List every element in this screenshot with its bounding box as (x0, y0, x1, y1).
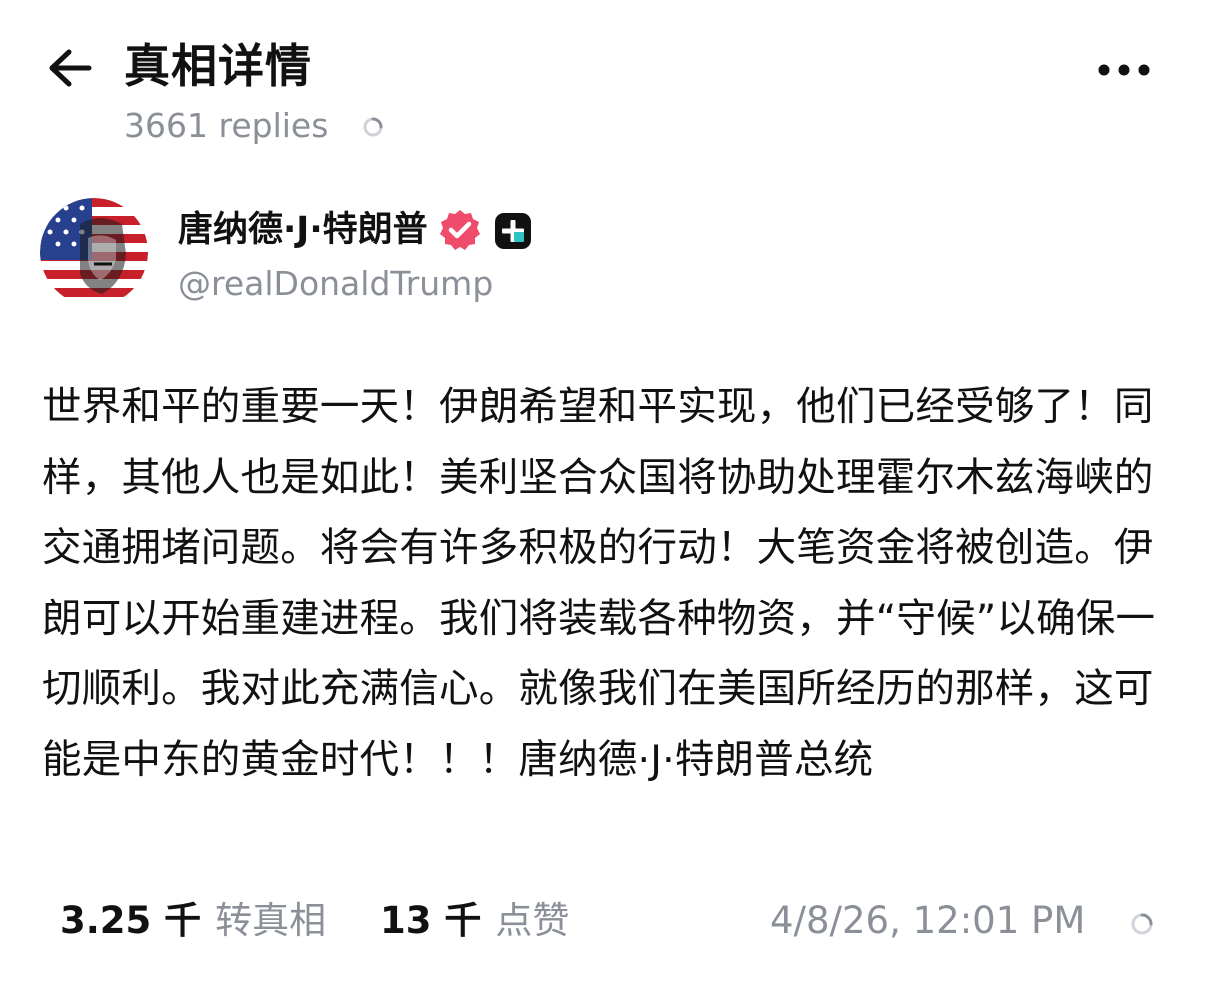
back-button[interactable] (44, 42, 96, 94)
loading-spinner-icon (1131, 913, 1153, 935)
author-handle[interactable]: @realDonaldTrump (178, 262, 493, 306)
plus-badge-icon (495, 213, 531, 249)
avatar[interactable] (40, 198, 148, 306)
more-horizontal-icon (1098, 64, 1150, 76)
loading-spinner-icon (363, 117, 383, 137)
page-title: 真相详情 (124, 39, 312, 93)
avatar-flag-portrait-icon (40, 198, 148, 306)
reply-count: 3661 replies (124, 106, 329, 145)
retruths-label: 转真相 (215, 899, 327, 942)
retruths-stat[interactable]: 3.25 千 转真相 (60, 896, 326, 946)
post-timestamp: 4/8/26, 12:01 PM (770, 899, 1086, 942)
retruths-count: 3.25 千 (60, 899, 202, 942)
likes-label: 点赞 (495, 899, 570, 942)
more-options-button[interactable] (1094, 50, 1154, 90)
likes-count: 13 千 (380, 899, 482, 942)
header: 真相详情 3661 replies (0, 0, 1206, 160)
arrow-left-icon (49, 49, 92, 87)
verified-badge-icon (440, 210, 480, 250)
author-name[interactable]: 唐纳德·J·特朗普 (178, 206, 428, 254)
likes-stat[interactable]: 13 千 点赞 (380, 896, 569, 946)
post-text: 世界和平的重要一天！伊朗希望和平实现，他们已经受够了！同样，其他人也是如此！美利… (42, 384, 1156, 783)
